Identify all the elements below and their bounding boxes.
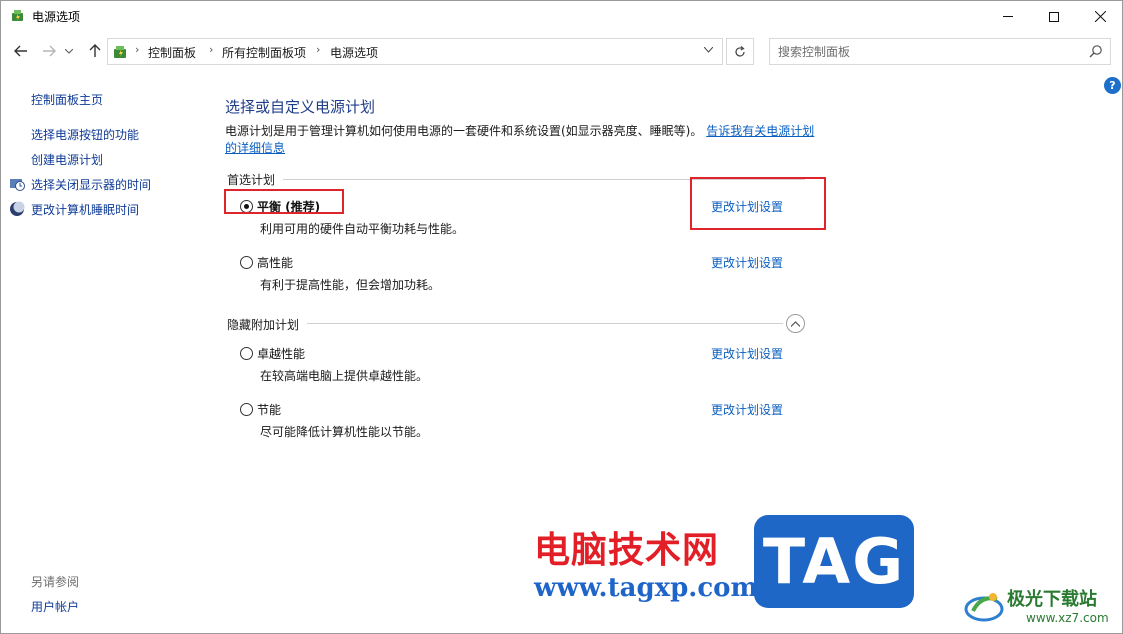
plan-desc-high-performance: 有利于提高性能，但会增加功耗。	[260, 278, 441, 292]
up-button[interactable]	[85, 41, 105, 61]
chevron-down-icon	[703, 46, 713, 53]
up-arrow-icon	[89, 44, 101, 57]
highlight-box-balanced	[224, 189, 344, 214]
chevron-right-icon: ›	[135, 43, 140, 56]
forward-button[interactable]	[39, 41, 59, 61]
control-panel-icon	[114, 46, 126, 58]
plan-name-power-saver[interactable]: 节能	[257, 401, 281, 418]
window-title: 电源选项	[32, 10, 81, 24]
minimize-button[interactable]	[985, 1, 1031, 32]
address-bar[interactable]: › 控制面板 › 所有控制面板项 › 电源选项	[107, 38, 723, 65]
computer-sleep-link[interactable]: 更改计算机睡眠时间	[31, 201, 139, 218]
back-button[interactable]	[11, 41, 31, 61]
power-options-window: 电源选项 › 控制面板 › 所有控制面板项 › 电源选项 搜索控制面板 ? 控制…	[0, 0, 1123, 634]
plan-name-ultimate-performance[interactable]: 卓越性能	[257, 345, 305, 362]
help-icon[interactable]: ?	[1104, 77, 1121, 94]
recent-locations-button[interactable]	[63, 41, 75, 61]
chevron-up-icon	[791, 320, 800, 327]
preferred-plans-header: 首选计划	[227, 171, 282, 188]
title-bar: 电源选项	[1, 1, 1122, 32]
group-divider	[307, 323, 783, 324]
address-history-dropdown[interactable]	[698, 43, 718, 61]
plan-desc-balanced: 利用可用的硬件自动平衡功耗与性能。	[260, 222, 465, 236]
collapse-hidden-plans-button[interactable]	[786, 314, 805, 333]
create-power-plan-link[interactable]: 创建电源计划	[31, 151, 103, 168]
breadcrumb-power-options[interactable]: 电源选项	[330, 44, 378, 61]
power-options-icon	[12, 10, 23, 21]
user-accounts-link[interactable]: 用户帐户	[31, 598, 79, 615]
search-icon[interactable]	[1089, 44, 1103, 58]
change-plan-settings-high-performance[interactable]: 更改计划设置	[711, 254, 783, 271]
maximize-icon	[1049, 11, 1059, 22]
hidden-plans-header: 隐藏附加计划	[227, 316, 306, 333]
see-also-label: 另请参阅	[31, 575, 80, 589]
power-button-function-link[interactable]: 选择电源按钮的功能	[31, 126, 139, 143]
plan-name-high-performance[interactable]: 高性能	[257, 254, 293, 271]
plan-radio-high-performance[interactable]	[240, 256, 253, 269]
minimize-icon	[1003, 16, 1013, 17]
change-plan-settings-power-saver[interactable]: 更改计划设置	[711, 401, 783, 418]
plan-radio-power-saver[interactable]	[240, 403, 253, 416]
watermark-site-name: 电脑技术网	[534, 530, 720, 571]
page-title: 选择或自定义电源计划	[225, 98, 376, 116]
search-box[interactable]	[769, 38, 1111, 65]
description-text: 电源计划是用于管理计算机如何使用电源的一套硬件和系统设置(如显示器亮度、睡眠等)…	[225, 124, 703, 138]
watermark-tag-badge: TAG	[754, 515, 914, 608]
chevron-right-icon: ›	[209, 43, 214, 56]
breadcrumb-control-panel[interactable]: 控制面板	[148, 44, 196, 61]
refresh-button[interactable]	[726, 38, 754, 65]
display-timer-icon	[10, 179, 25, 191]
close-icon	[1094, 11, 1106, 22]
sleep-moon-icon	[10, 201, 25, 216]
refresh-icon	[735, 45, 745, 57]
watermark2-site-url: www.xz7.com	[1026, 611, 1109, 625]
highlight-box-change-settings	[690, 177, 826, 230]
search-input[interactable]	[778, 43, 1078, 61]
page-description: 电源计划是用于管理计算机如何使用电源的一套硬件和系统设置(如显示器亮度、睡眠等)…	[225, 123, 815, 157]
maximize-button[interactable]	[1031, 1, 1077, 32]
chevron-right-icon: ›	[316, 43, 321, 56]
change-plan-settings-ultimate[interactable]: 更改计划设置	[711, 345, 783, 362]
turn-off-display-link[interactable]: 选择关闭显示器的时间	[31, 176, 151, 193]
plan-desc-ultimate-performance: 在较高端电脑上提供卓越性能。	[260, 369, 429, 383]
chevron-down-icon	[65, 48, 73, 54]
plan-radio-ultimate-performance[interactable]	[240, 347, 253, 360]
back-arrow-icon	[14, 45, 27, 57]
watermark2-site-name: 极光下载站	[1007, 589, 1097, 610]
breadcrumb-all-items[interactable]: 所有控制面板项	[222, 44, 306, 61]
close-button[interactable]	[1077, 1, 1122, 32]
watermark-site-url: www.tagxp.com	[534, 573, 759, 603]
aurora-logo-icon	[964, 593, 1004, 622]
navigation-bar: › 控制面板 › 所有控制面板项 › 电源选项	[1, 32, 1122, 72]
plan-desc-power-saver: 尽可能降低计算机性能以节能。	[260, 425, 429, 439]
forward-arrow-icon	[43, 45, 56, 57]
control-panel-home-link[interactable]: 控制面板主页	[31, 91, 103, 108]
